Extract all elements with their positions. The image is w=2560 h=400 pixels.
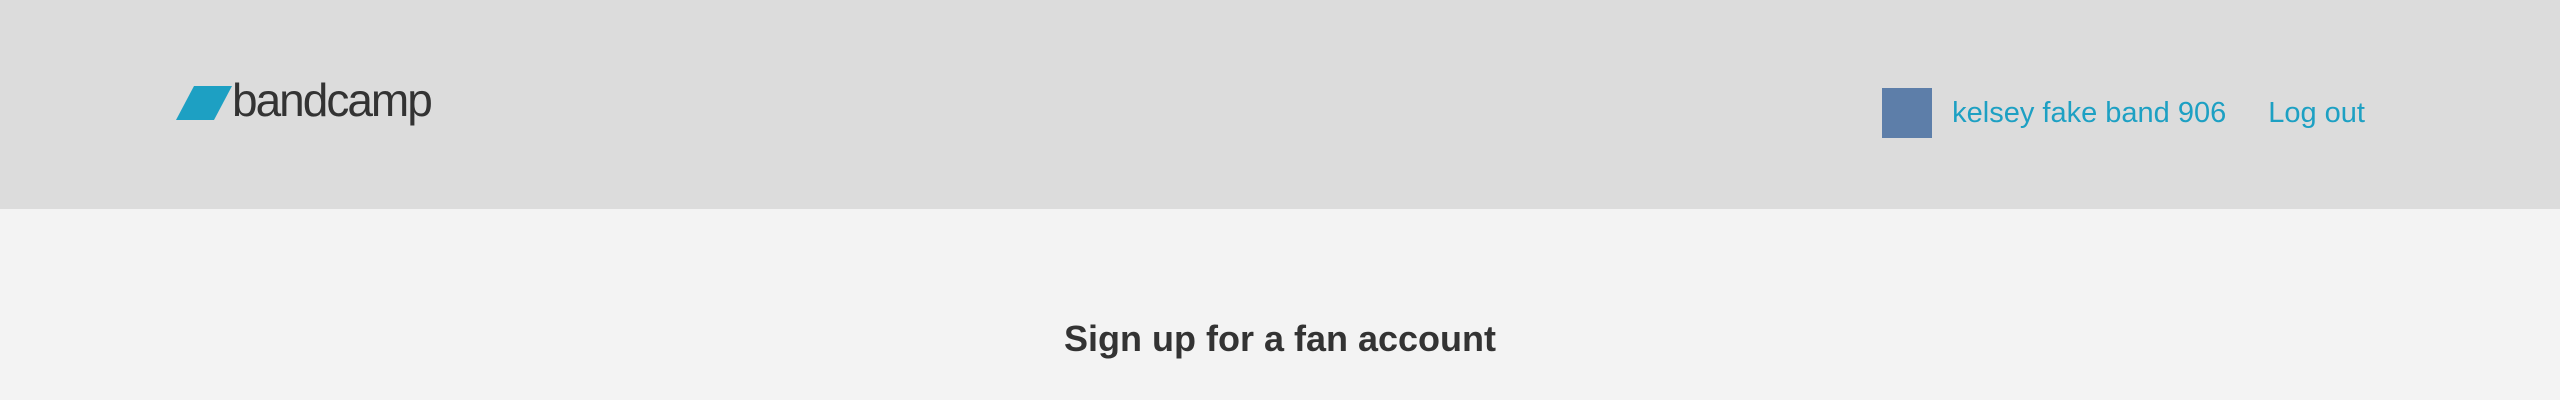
main-content: Sign up for a fan account — [0, 209, 2560, 400]
logout-link[interactable]: Log out — [2268, 88, 2365, 138]
user-nav: kelsey fake band 906 Log out — [1882, 88, 2365, 138]
username-link[interactable]: kelsey fake band 906 — [1952, 88, 2226, 138]
logo-text: bandcamp — [232, 74, 433, 126]
site-header: bandcamp kelsey fake band 906 Log out — [0, 0, 2560, 209]
user-avatar[interactable] — [1882, 88, 1933, 138]
bandcamp-logo[interactable]: bandcamp — [176, 74, 433, 128]
page-title: Sign up for a fan account — [1063, 318, 1497, 359]
bandcamp-logo-icon — [176, 86, 232, 120]
